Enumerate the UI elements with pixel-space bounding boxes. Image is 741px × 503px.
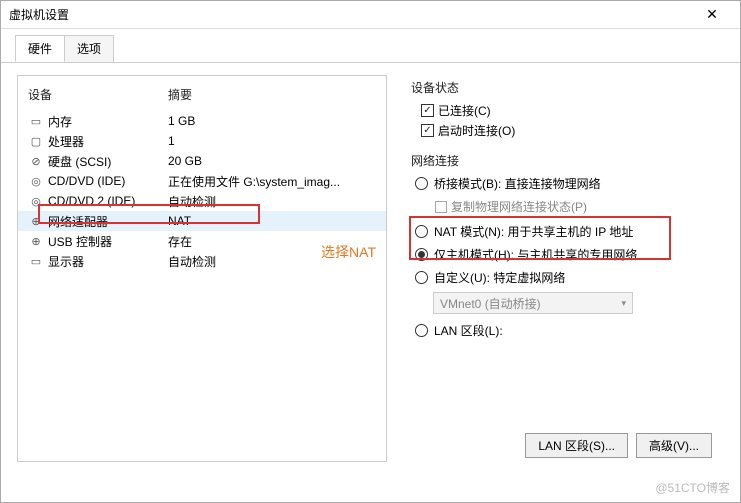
device-row[interactable]: ◎ CD/DVD (IDE)正在使用文件 G:\system_imag... [18,171,386,191]
device-icon: ▢ [28,135,44,148]
label-custom: 自定义(U): 特定虚拟网络 [434,269,716,286]
device-summary: 正在使用文件 G:\system_imag... [168,173,376,190]
dropdown-value: VMnet0 (自动桥接) [440,295,541,312]
device-name: CD/DVD 2 (IDE) [48,194,168,208]
device-icon: ▭ [28,255,44,268]
label-network-connection: 网络连接 [411,152,716,169]
device-name: CD/DVD (IDE) [48,174,168,188]
radio-icon [415,248,428,261]
device-name: USB 控制器 [48,233,168,250]
tab-hardware[interactable]: 硬件 [15,35,65,62]
tab-bar: 硬件 选项 [1,29,740,63]
device-icon: ⊘ [28,155,44,168]
label-device-status: 设备状态 [411,79,716,96]
device-status-group: 设备状态 ✓ 已连接(C) ✓ 启动时连接(O) [411,79,716,142]
label-hostonly: 仅主机模式(H): 与主机共享的专用网络 [434,246,716,263]
tab-options[interactable]: 选项 [64,35,114,62]
lan-segments-button[interactable]: LAN 区段(S)... [525,433,628,458]
radio-icon [415,271,428,284]
label-connect-at-poweron: 启动时连接(O) [438,122,515,139]
checkbox-connect-at-poweron[interactable]: ✓ 启动时连接(O) [421,122,716,139]
radio-icon [415,324,428,337]
device-row[interactable]: ⊘ 硬盘 (SCSI)20 GB [18,151,386,171]
device-summary: 1 [168,134,376,148]
dropdown-vmnet[interactable]: VMnet0 (自动桥接) ▾ [433,292,633,314]
radio-hostonly[interactable]: 仅主机模式(H): 与主机共享的专用网络 [415,246,716,263]
label-nat: NAT 模式(N): 用于共享主机的 IP 地址 [434,223,716,240]
label-lansegment: LAN 区段(L): [434,322,716,339]
close-button[interactable]: ✕ [692,2,732,28]
device-row[interactable]: ▭ 内存1 GB [18,111,386,131]
device-name: 处理器 [48,133,168,150]
device-row[interactable]: ◎ CD/DVD 2 (IDE)自动检测 [18,191,386,211]
device-icon: ⊕ [28,215,44,228]
watermark: @51CTO博客 [655,479,730,496]
vm-settings-window: 虚拟机设置 ✕ 硬件 选项 设备 摘要 ▭ 内存1 GB ▢ 处理器1 ⊘ 硬盘 (SCS… [0,0,741,503]
device-icon: ⊕ [28,235,44,248]
device-name: 内存 [48,113,168,130]
checkbox-replicate-state: 复制物理网络连接状态(P) [435,198,716,215]
header-summary: 摘要 [168,86,376,103]
device-panel: 设备 摘要 ▭ 内存1 GB ▢ 处理器1 ⊘ 硬盘 (SCSI)20 GB ◎ CD/DVD… [17,75,387,462]
label-bridged: 桥接模式(B): 直接连接物理网络 [434,175,716,192]
label-connected: 已连接(C) [438,102,491,119]
radio-icon [415,225,428,238]
window-title: 虚拟机设置 [9,6,69,23]
check-icon: ✓ [421,124,434,137]
header-device: 设备 [28,86,168,103]
device-name: 硬盘 (SCSI) [48,153,168,170]
chevron-down-icon: ▾ [621,298,626,309]
settings-panel: 设备状态 ✓ 已连接(C) ✓ 启动时连接(O) 网络连接 桥接模式(B): 直… [403,75,724,462]
device-list: ▭ 内存1 GB ▢ 处理器1 ⊘ 硬盘 (SCSI)20 GB ◎ CD/DVD (IDE)… [18,111,386,455]
label-replicate: 复制物理网络连接状态(P) [451,198,587,215]
device-summary: 1 GB [168,114,376,128]
titlebar: 虚拟机设置 ✕ [1,1,740,29]
device-row[interactable]: ⊕ 网络适配器NAT [18,211,386,231]
checkbox-icon [435,201,447,213]
annotation-select-nat: 选择NAT [321,242,376,262]
radio-icon [415,177,428,190]
device-summary: 自动检测 [168,193,376,210]
device-table-header: 设备 摘要 [18,82,386,107]
advanced-button[interactable]: 高级(V)... [636,433,712,458]
device-icon: ▭ [28,115,44,128]
radio-lansegment[interactable]: LAN 区段(L): [415,322,716,339]
device-row[interactable]: ▢ 处理器1 [18,131,386,151]
device-summary: 20 GB [168,154,376,168]
radio-bridged[interactable]: 桥接模式(B): 直接连接物理网络 [415,175,716,192]
device-name: 显示器 [48,253,168,270]
check-icon: ✓ [421,104,434,117]
button-row: LAN 区段(S)... 高级(V)... [411,433,716,458]
device-icon: ◎ [28,175,44,188]
radio-nat[interactable]: NAT 模式(N): 用于共享主机的 IP 地址 [415,223,716,240]
device-icon: ◎ [28,195,44,208]
checkbox-connected[interactable]: ✓ 已连接(C) [421,102,716,119]
radio-custom[interactable]: 自定义(U): 特定虚拟网络 [415,269,716,286]
network-connection-group: 网络连接 桥接模式(B): 直接连接物理网络 复制物理网络连接状态(P) NAT… [411,152,716,345]
dialog-body: 设备 摘要 ▭ 内存1 GB ▢ 处理器1 ⊘ 硬盘 (SCSI)20 GB ◎ CD/DVD… [1,63,740,474]
device-name: 网络适配器 [48,213,168,230]
device-summary: NAT [168,214,376,228]
